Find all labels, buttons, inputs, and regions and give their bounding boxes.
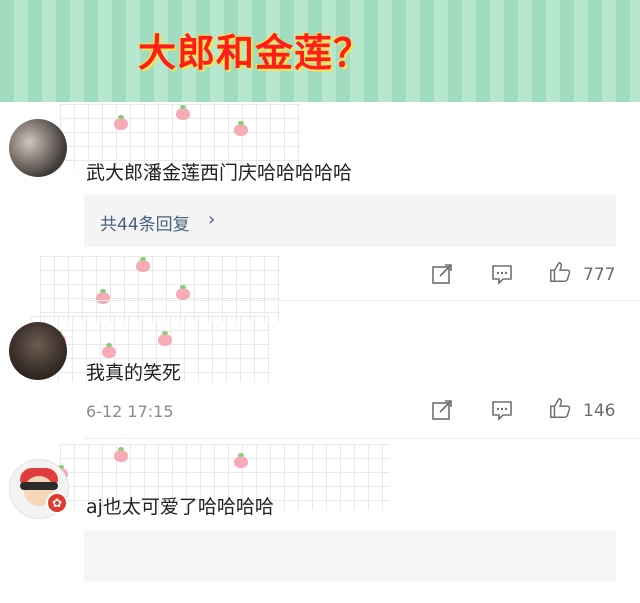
- comment-text: aj也太可爱了哈哈哈哈: [86, 496, 274, 518]
- like-count: 146: [583, 401, 616, 421]
- strawberry-icon: [96, 289, 110, 304]
- divider: [84, 438, 640, 439]
- hair-shape: [20, 482, 58, 490]
- share-icon[interactable]: [430, 262, 454, 286]
- thumbs-up-icon[interactable]: [548, 396, 572, 420]
- strawberry-icon: [114, 115, 128, 130]
- like-count: 777: [583, 265, 616, 285]
- share-icon[interactable]: [430, 398, 454, 422]
- comment-text: 武大郎潘金莲西门庆哈哈哈哈哈: [86, 162, 353, 184]
- avatar[interactable]: [9, 119, 67, 177]
- replies-link[interactable]: [84, 530, 616, 582]
- comment-icon[interactable]: [490, 262, 514, 286]
- chevron-right-icon: ›: [208, 209, 216, 230]
- replies-link[interactable]: 共44条回复 ›: [84, 195, 616, 247]
- avatar[interactable]: [9, 322, 67, 380]
- comment-text: 我真的笑死: [86, 362, 182, 384]
- strawberry-icon: [114, 447, 128, 462]
- comment-icon[interactable]: [490, 398, 514, 422]
- banner-title: 大郎和金莲？: [138, 31, 373, 75]
- thumbs-up-icon[interactable]: [548, 260, 572, 284]
- strawberry-icon: [234, 121, 248, 136]
- comment-actions: 777: [0, 262, 640, 290]
- strawberry-icon: [158, 331, 172, 346]
- strawberry-icon: [234, 453, 248, 468]
- flower-badge-icon: ✿: [46, 492, 68, 514]
- replies-count-label: 共44条回复: [100, 215, 190, 235]
- strawberry-icon: [176, 105, 190, 120]
- banner: 大郎和金莲？: [0, 0, 640, 102]
- divider: [84, 300, 640, 301]
- comment-actions: 146: [0, 398, 640, 426]
- strawberry-icon: [102, 343, 116, 358]
